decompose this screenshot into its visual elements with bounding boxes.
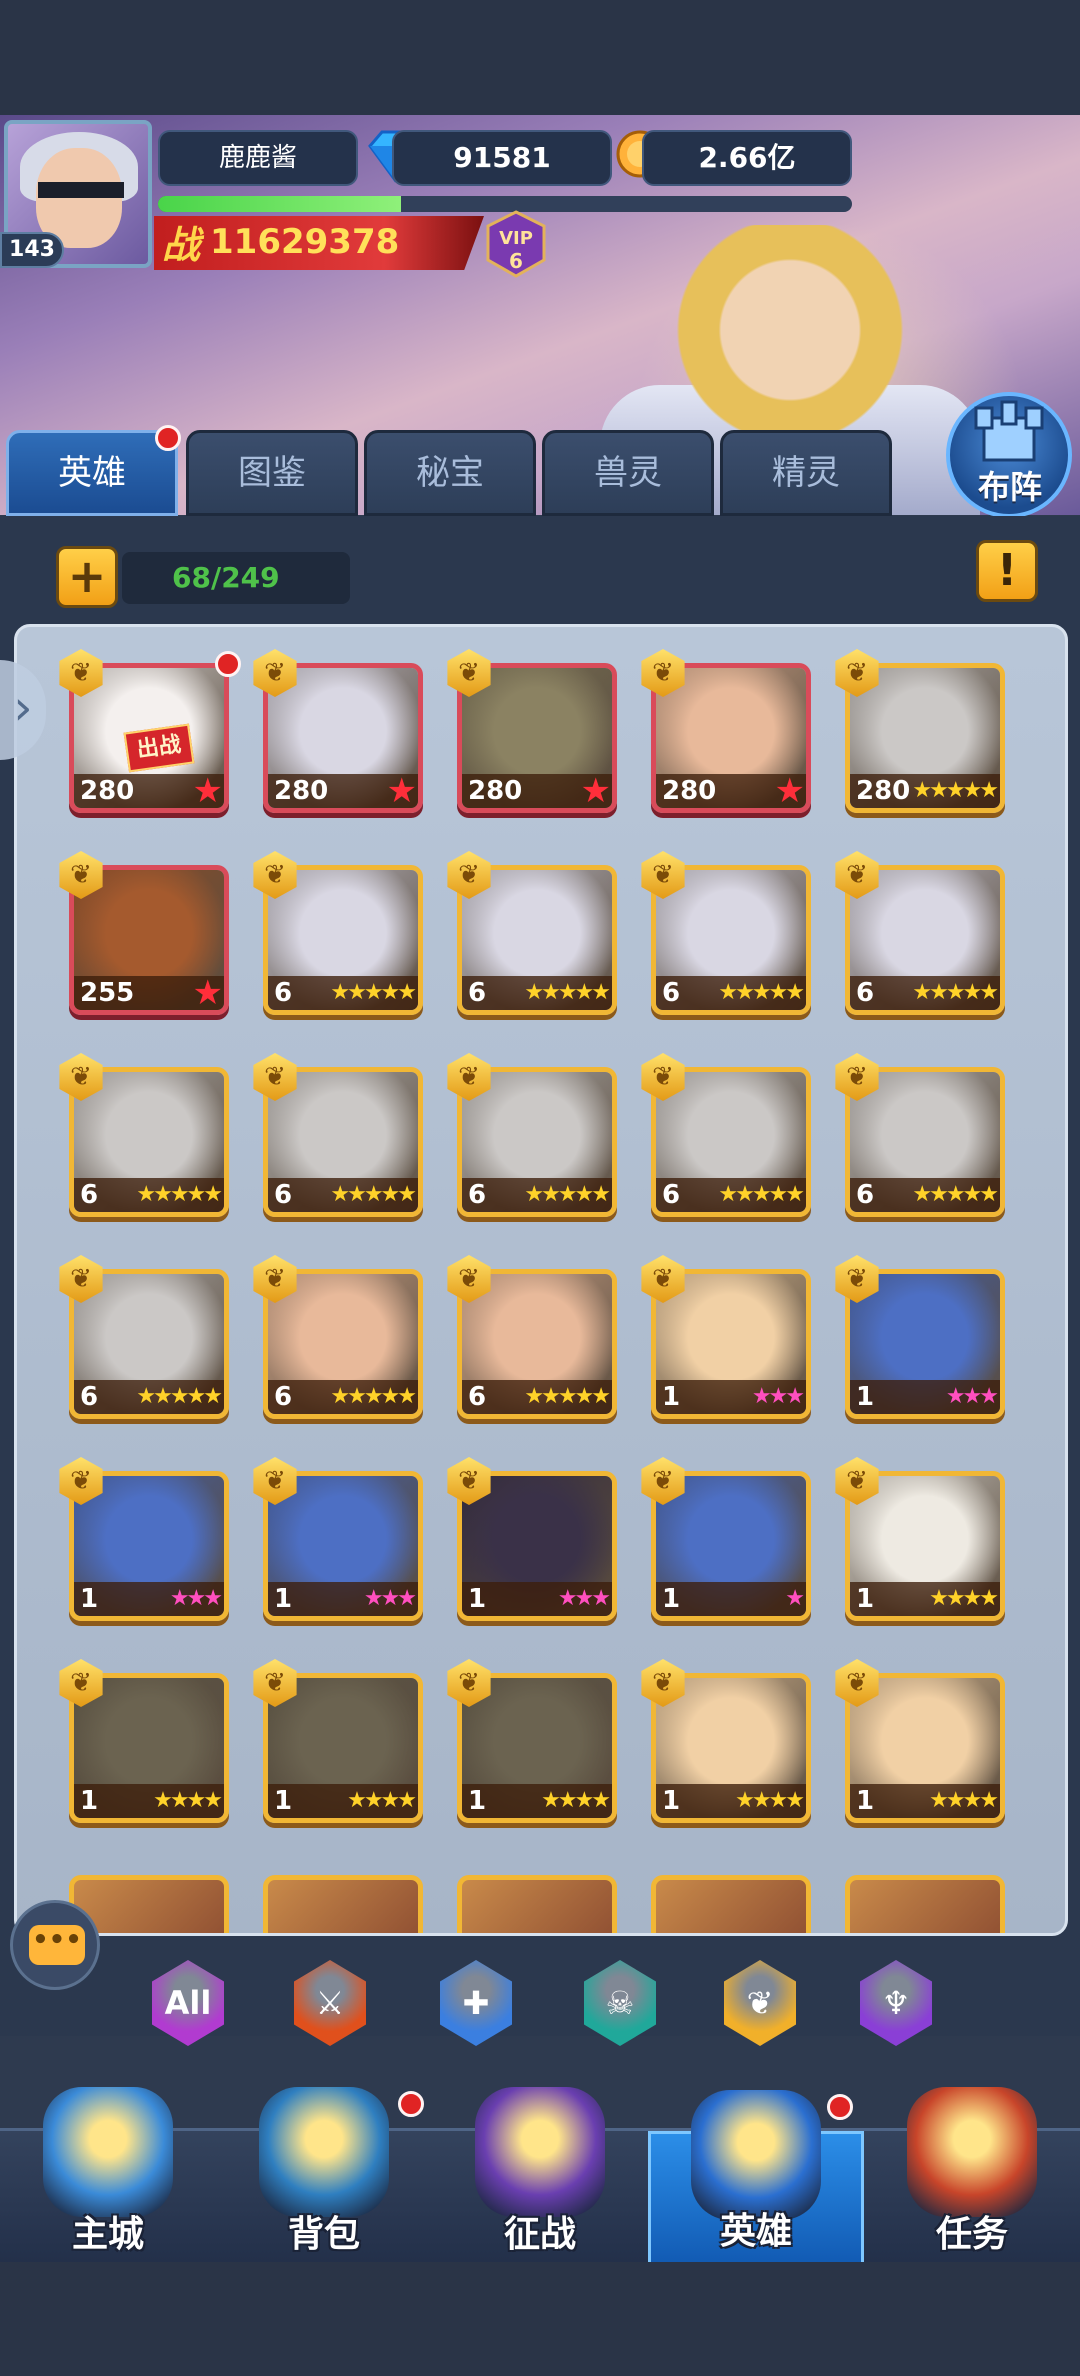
tab-1[interactable]: 图鉴 <box>186 430 358 516</box>
hero-stars: ★★★★ <box>153 1788 223 1813</box>
hero-stars: ★★★★★ <box>912 980 999 1005</box>
filter-all-icon[interactable]: All <box>152 1960 224 2046</box>
tab-label: 精灵 <box>772 453 840 493</box>
hero-stars: ★★★★★ <box>330 980 417 1005</box>
nav-icon <box>475 2087 605 2217</box>
avatar-visor <box>38 182 124 198</box>
tab-label: 兽灵 <box>594 453 662 493</box>
filter-tank-icon[interactable]: ♆ <box>860 1960 932 2046</box>
hero-stars: ★ <box>386 771 418 811</box>
hero-stars: ★★★★★ <box>330 1384 417 1409</box>
hero-stars: ★★★★★ <box>912 778 999 803</box>
hero-stars: ★ <box>580 771 612 811</box>
hero-stars: ★★★★★ <box>330 1182 417 1207</box>
info-button[interactable]: ! <box>976 540 1038 602</box>
hero-stars: ★★★ <box>751 1384 805 1409</box>
hero-stars: ★★★★★ <box>136 1182 223 1207</box>
notification-dot <box>155 425 181 451</box>
nav-item-0[interactable]: 主城 <box>0 2087 216 2265</box>
tab-label: 英雄 <box>58 453 126 493</box>
status-bar-area <box>0 0 1080 115</box>
vip-text: VIP <box>499 228 533 249</box>
gold-count: 2.66亿 <box>642 130 852 186</box>
bottom-navigation: 主城 背包 征战 英雄 任务 <box>0 2087 1080 2265</box>
hero-stars: ★★★★★ <box>524 1384 611 1409</box>
hero-class-filters: All ⚔ ✚ ☠ ❦ ♆ <box>0 1960 1080 2050</box>
hero-stars: ★★★★★ <box>524 980 611 1005</box>
combat-power-label: 战 <box>162 222 201 267</box>
hero-stars: ★★★★★ <box>912 1182 999 1207</box>
filter-support-icon[interactable]: ❦ <box>724 1960 796 2046</box>
hero-count-text: 68/249 <box>122 552 350 604</box>
nav-item-2[interactable]: 征战 <box>432 2087 648 2265</box>
tab-2[interactable]: 秘宝 <box>364 430 536 516</box>
hero-stars: ★ <box>192 771 224 811</box>
hero-stars: ★★★★ <box>735 1788 805 1813</box>
combat-power-value: 11629378 <box>210 222 400 262</box>
hero-stars: ★★★★ <box>541 1788 611 1813</box>
tab-0[interactable]: 英雄 <box>6 425 181 516</box>
hero-stars: ★★★ <box>557 1586 611 1611</box>
notification-dot <box>827 2094 853 2120</box>
hero-grid: 出战 280 ★ ❦ 280 ★ ❦ 280 ★ ❦ 280 ★ ❦ 280 ★★★★★ ❦ 255 ★ ❦ 6 ★★★… <box>14 624 1068 1936</box>
system-nav-area <box>0 2262 1080 2376</box>
nav-label: 任务 <box>935 2214 1008 2255</box>
hero-count-row: + 68/249 <box>56 546 356 608</box>
hero-card-partial[interactable] <box>263 1875 423 1933</box>
nav-item-3[interactable]: 英雄 <box>648 2090 864 2265</box>
filter-mage-icon[interactable]: ✚ <box>440 1960 512 2046</box>
player-level-badge: 143 <box>0 232 64 268</box>
hero-card-partial[interactable] <box>651 1875 811 1933</box>
hero-stars: ★★★★★ <box>524 1182 611 1207</box>
tab-4[interactable]: 精灵 <box>720 430 892 516</box>
nav-item-4[interactable]: 任务 <box>864 2087 1080 2265</box>
notification-dot <box>398 2091 424 2117</box>
hero-card-partial[interactable] <box>457 1875 617 1933</box>
nav-label: 背包 <box>287 2214 360 2255</box>
tab-label: 秘宝 <box>416 453 484 493</box>
hero-stars: ★★★★★ <box>136 1384 223 1409</box>
category-tabs: 英雄 图鉴 秘宝 兽灵 精灵 <box>6 425 906 516</box>
hero-stars: ★ <box>785 1586 805 1611</box>
nav-icon <box>43 2087 173 2217</box>
hero-stars: ★★★ <box>169 1586 223 1611</box>
nav-icon <box>691 2090 821 2220</box>
hero-stars: ★ <box>192 973 224 1013</box>
chat-bubble-icon: ••• <box>29 1925 85 1965</box>
nav-label: 主城 <box>71 2214 144 2255</box>
nav-label: 英雄 <box>719 2211 792 2252</box>
hero-stars: ★ <box>774 771 806 811</box>
nav-icon <box>907 2087 1037 2217</box>
player-name: 鹿鹿酱 <box>158 130 358 186</box>
tab-label: 图鉴 <box>238 453 306 493</box>
hero-stars: ★★★ <box>363 1586 417 1611</box>
nav-icon <box>259 2087 389 2217</box>
filter-warrior-icon[interactable]: ⚔ <box>294 1960 366 2046</box>
nav-label: 征战 <box>503 2214 576 2255</box>
filter-assassin-icon[interactable]: ☠ <box>584 1960 656 2046</box>
hero-stars: ★★★★ <box>929 1586 999 1611</box>
diamond-count: 91581 <box>392 130 612 186</box>
hero-stars: ★★★★ <box>929 1788 999 1813</box>
tab-3[interactable]: 兽灵 <box>542 430 714 516</box>
vip-level-text: 6 <box>509 249 523 273</box>
formation-label: 布阵 <box>977 468 1042 506</box>
hero-card-partial[interactable] <box>845 1875 1005 1933</box>
hero-level: 1 <box>656 1582 806 1616</box>
hero-stars: ★★★★★ <box>718 980 805 1005</box>
hero-stars: ★★★★ <box>347 1788 417 1813</box>
hero-stars: ★★★★★ <box>718 1182 805 1207</box>
vip-badge[interactable]: VIP 6 <box>484 210 548 278</box>
hero-stars: ★★★ <box>945 1384 999 1409</box>
notification-dot <box>215 651 241 677</box>
nav-item-1[interactable]: 背包 <box>216 2087 432 2265</box>
exp-bar-fill <box>158 196 401 212</box>
expand-capacity-button[interactable]: + <box>56 546 118 608</box>
